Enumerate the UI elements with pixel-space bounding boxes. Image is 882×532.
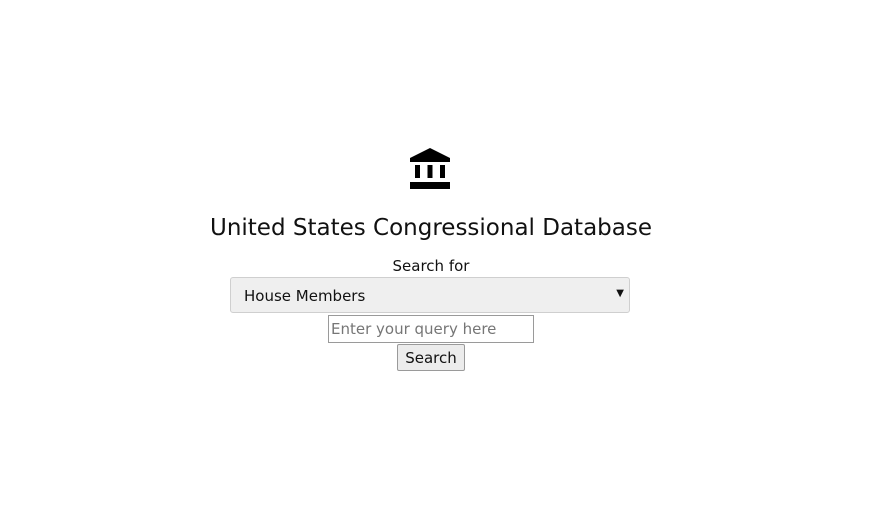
page-title: United States Congressional Database	[209, 215, 652, 241]
bank-building-icon	[410, 148, 450, 190]
chevron-down-icon: ▼	[616, 288, 624, 299]
search-category-select[interactable]: House Members ▼	[230, 277, 630, 313]
search-query-input[interactable]	[328, 315, 534, 343]
search-button[interactable]: Search	[397, 344, 465, 371]
search-for-label: Search for	[392, 257, 470, 275]
page: United States Congressional Database Sea…	[0, 0, 882, 532]
search-category-selected-value: House Members	[244, 287, 366, 305]
